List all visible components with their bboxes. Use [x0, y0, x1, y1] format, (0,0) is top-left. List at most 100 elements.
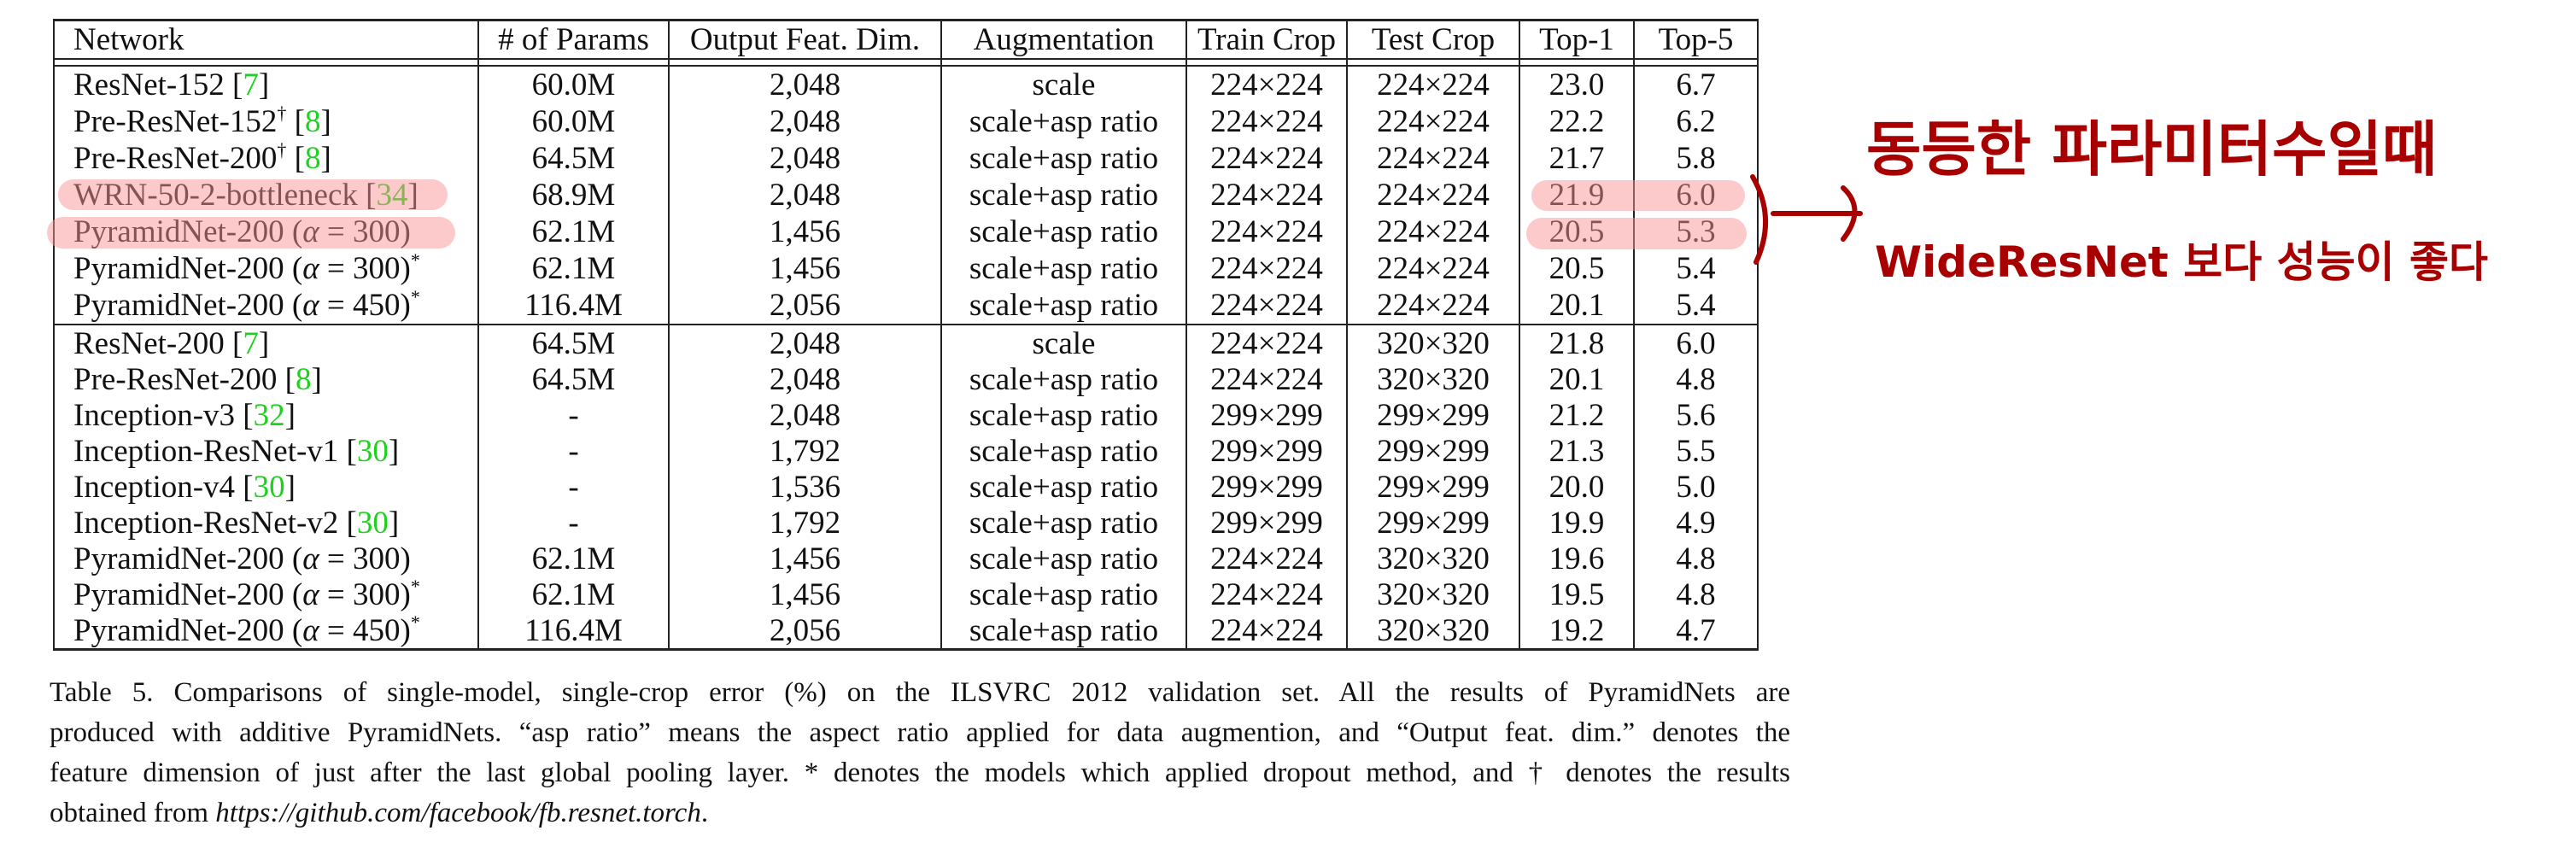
dim-cell: 2,048 [668, 140, 942, 177]
table-row: Inception-ResNet-v1 [30] -1,792 scale+asp … [53, 433, 1759, 469]
train-cell: 224×224 [1186, 214, 1348, 250]
train-cell: 299×299 [1186, 469, 1348, 505]
network-name: Inception-ResNet-v2 [73, 505, 339, 541]
test-cell: 320×320 [1346, 612, 1520, 651]
network-cell: Pre-ResNet-200† [8] [53, 140, 479, 177]
caption-line: Table 5. Comparisons of single-model, si… [50, 677, 1790, 708]
aug-cell: scale+asp ratio [940, 505, 1187, 541]
network-cell: Inception-ResNet-v1 [30] [53, 433, 479, 469]
dim-cell: 1,456 [668, 541, 942, 576]
test-cell: 224×224 [1346, 140, 1520, 177]
network-name: PyramidNet-200 [73, 288, 284, 323]
annotation-line-1: 동등한 파라미터수일때 [1866, 114, 2438, 184]
bracket-mark [1750, 174, 1769, 265]
test-cell: 320×320 [1346, 576, 1520, 612]
dim-cell: 2,048 [668, 177, 942, 214]
network-name: Inception-v3 [73, 397, 236, 433]
caption-line: produced with additive PyramidNets. “asp… [50, 717, 1790, 748]
column-header: Top-1 [1519, 19, 1635, 60]
aug-cell: scale+asp ratio [940, 214, 1187, 250]
params-cell: 116.4M [477, 612, 670, 651]
params-cell: - [477, 505, 670, 541]
dim-cell: 1,456 [668, 214, 942, 250]
train-cell: 224×224 [1186, 576, 1348, 612]
rule-cell [1186, 59, 1348, 67]
table-row: Pre-ResNet-152† [8] 60.0M 2,048 scale+asp r… [53, 103, 1759, 140]
params-cell: 116.4M [477, 287, 670, 325]
params-cell: 68.9M [477, 177, 670, 214]
test-cell: 224×224 [1346, 103, 1520, 140]
bracket-arrow-annotation [1750, 174, 1863, 265]
network-name: Pre-ResNet-200 [73, 361, 278, 397]
network-name: ResNet-152 [73, 67, 225, 102]
network-cell: PyramidNet-200 (α = 450)* [53, 286, 479, 325]
top5-cell: 4.7 [1633, 612, 1759, 651]
column-header: Augmentation [940, 19, 1187, 60]
aug-cell: scale+asp ratio [940, 250, 1187, 287]
aug-cell: scale+asp ratio [940, 287, 1187, 325]
network-cell: Inception-v3 [32] [53, 397, 479, 433]
citation-link[interactable]: 30 [357, 434, 389, 469]
annotation-line-2: WideResNet 보다 성능이 좋다 [1875, 237, 2489, 287]
footnote-mark: * [410, 286, 420, 307]
alpha-symbol: α [302, 288, 319, 323]
top1-cell: 20.1 [1519, 361, 1635, 397]
top5-cell: 5.5 [1633, 433, 1759, 469]
aug-cell: scale+asp ratio [940, 576, 1187, 612]
train-cell: 224×224 [1186, 250, 1348, 287]
test-cell: 299×299 [1346, 505, 1520, 541]
footnote-mark: * [410, 575, 420, 597]
column-header: # of Params [477, 19, 670, 60]
top5-cell: 5.8 [1633, 140, 1759, 177]
test-cell: 320×320 [1346, 541, 1520, 576]
dim-cell: 2,048 [668, 324, 942, 361]
top5-cell: 5.0 [1633, 469, 1759, 505]
dim-cell: 2,056 [668, 612, 942, 651]
table-row: PyramidNet-200 (α = 300)62.1M1,456scale+… [53, 541, 1759, 576]
top1-cell: 20.1 [1519, 287, 1635, 325]
alpha-value: 300 [353, 576, 401, 612]
citation-link[interactable]: 8 [305, 141, 321, 176]
top5-cell: 5.6 [1633, 397, 1759, 433]
repo-link[interactable]: https://github.com/facebook/fb.resnet.to… [215, 798, 701, 828]
citation-link[interactable]: 8 [296, 362, 312, 397]
citation-link[interactable]: 30 [357, 506, 389, 541]
top5-cell: 4.8 [1633, 541, 1759, 576]
top1-cell: 19.2 [1519, 612, 1635, 651]
citation-link[interactable]: 7 [243, 67, 259, 102]
citation-link[interactable]: 7 [243, 326, 259, 361]
highlight-wrn-name [58, 179, 448, 210]
dim-cell: 1,456 [668, 576, 942, 612]
train-cell: 224×224 [1186, 103, 1348, 140]
top1-cell: 22.2 [1519, 103, 1635, 140]
aug-cell: scale+asp ratio [940, 177, 1187, 214]
params-cell: 64.5M [477, 361, 670, 397]
citation-link[interactable]: 8 [305, 104, 321, 139]
test-cell: 224×224 [1346, 66, 1520, 103]
top1-cell: 20.0 [1519, 469, 1635, 505]
top5-cell: 5.4 [1633, 250, 1759, 287]
alpha-symbol: α [302, 612, 319, 648]
table-row: Inception-ResNet-v2 [30] -1,792 scale+asp … [53, 505, 1759, 541]
train-cell: 299×299 [1186, 505, 1348, 541]
citation-link[interactable]: 32 [254, 398, 285, 433]
rule-cell [940, 59, 1187, 67]
column-header: Top-5 [1633, 19, 1759, 60]
table-row: Pre-ResNet-200 [8] 64.5M 2,048 scale+asp ra… [53, 361, 1759, 397]
top5-cell: 4.8 [1633, 361, 1759, 397]
top1-cell: 19.9 [1519, 505, 1635, 541]
network-cell: Inception-v4 [30] [53, 469, 479, 505]
top1-cell: 19.5 [1519, 576, 1635, 612]
footnote-mark: * [410, 611, 420, 633]
table-caption: Table 5. Comparisons of single-model, si… [50, 673, 1790, 834]
test-cell: 299×299 [1346, 433, 1520, 469]
network-name: Pre-ResNet-152 [73, 104, 278, 139]
rule-cell [477, 59, 670, 67]
params-cell: 62.1M [477, 541, 670, 576]
params-cell: 60.0M [477, 103, 670, 140]
dim-cell: 1,792 [668, 433, 942, 469]
test-cell: 299×299 [1346, 397, 1520, 433]
caption-line: obtained from https://github.com/faceboo… [50, 793, 1790, 834]
results-table: Network # of Params Output Feat. Dim. Augme… [53, 19, 1759, 651]
citation-link[interactable]: 30 [254, 470, 285, 505]
